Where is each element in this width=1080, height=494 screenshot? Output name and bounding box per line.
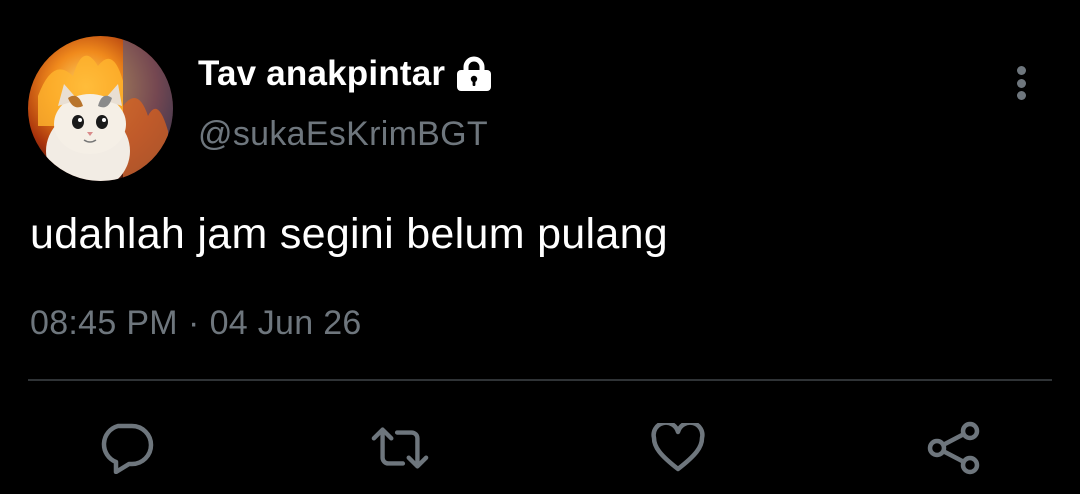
more-icon (1016, 66, 1026, 75)
tweet-text: udahlah jam segini belum pulang (30, 210, 669, 258)
avatar-image (28, 36, 173, 181)
reply-icon (101, 423, 154, 474)
like-icon (651, 423, 705, 472)
lock-icon (455, 56, 493, 92)
tweet-date: 04 Jun 26 (209, 304, 362, 342)
author-name-row[interactable]: Tav anakpintar (198, 52, 493, 96)
divider (28, 379, 1052, 381)
retweet-icon (371, 427, 429, 469)
more-icon-dot (1016, 78, 1026, 88)
more-options-button[interactable] (1004, 62, 1038, 104)
reply-button[interactable] (96, 418, 156, 478)
timestamp[interactable]: 08:45 PM · 04 Jun 26 (30, 304, 362, 343)
display-name[interactable]: Tav anakpintar (198, 54, 445, 94)
tweet-card: Tav anakpintar @sukaEsKrimBGT udahlah ja… (0, 0, 1080, 494)
share-button[interactable] (924, 418, 984, 478)
more-icon-dot (1016, 91, 1026, 100)
author-handle[interactable]: @sukaEsKrimBGT (198, 115, 488, 154)
share-icon (927, 421, 980, 475)
tweet-time: 08:45 PM (30, 304, 178, 342)
avatar[interactable] (28, 36, 173, 181)
timestamp-separator: · (187, 304, 200, 342)
like-button[interactable] (648, 418, 708, 478)
retweet-button[interactable] (370, 418, 430, 478)
